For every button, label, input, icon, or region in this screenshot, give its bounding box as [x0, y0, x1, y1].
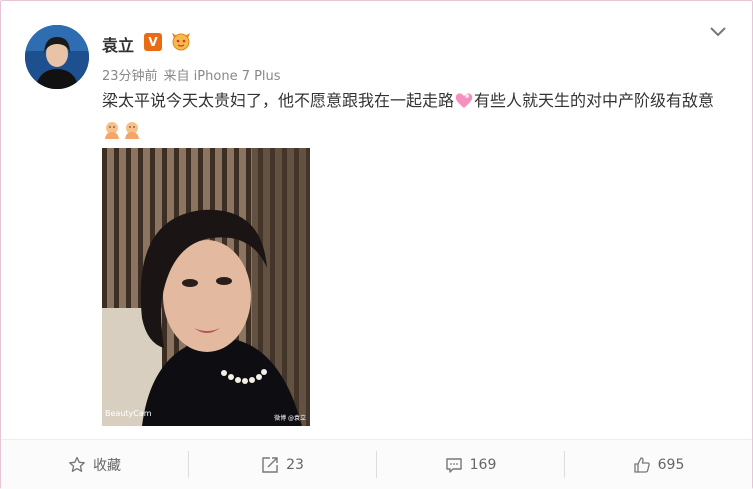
post-text-part2: 有些人就天生的对中产阶级有敌意: [474, 91, 715, 110]
post-text-part1: 梁太平说今天太贵妇了，他不愿意跟我在一起走路: [102, 91, 455, 110]
post-time[interactable]: 23分钟前: [102, 69, 158, 84]
repost-count: 23: [286, 456, 304, 473]
action-bar: 收藏 23 169 695: [1, 439, 752, 489]
repost-button[interactable]: 23: [189, 440, 376, 489]
post-text: 梁太平说今天太贵妇了，他不愿意跟我在一起走路 有些人就天生的对中产阶级有敌意: [102, 87, 732, 149]
repost-icon: [262, 456, 278, 473]
comment-count: 169: [469, 456, 497, 473]
favorite-label: 收藏: [93, 457, 121, 474]
like-count: 695: [657, 456, 685, 473]
gold-level-icon: [170, 31, 192, 51]
chevron-down-icon[interactable]: [708, 24, 728, 38]
pink-heart-emoji-icon: [454, 90, 474, 118]
favorite-button[interactable]: 收藏: [1, 440, 188, 489]
weibo-post-card: 袁立 V 23分钟前 来自 iPhone 7 Plus 梁太平说今天太贵妇了，他不…: [0, 0, 753, 489]
pray-emoji-icon: [122, 120, 142, 149]
post-meta: 23分钟前 来自 iPhone 7 Plus: [102, 65, 287, 84]
comment-button[interactable]: 169: [377, 440, 564, 489]
verified-badge-icon: V: [144, 33, 162, 51]
thumbs-up-icon: [633, 456, 650, 473]
like-button[interactable]: 695: [565, 440, 752, 489]
username[interactable]: 袁立: [102, 32, 134, 56]
pray-emoji-icon: [102, 120, 122, 149]
photo-caption: BeautyCam: [105, 409, 152, 418]
post-photo[interactable]: BeautyCam 微博 @袁立: [102, 148, 310, 426]
photo-watermark: 微博 @袁立: [274, 415, 306, 422]
avatar[interactable]: [25, 25, 89, 89]
star-icon: [69, 456, 85, 472]
post-source[interactable]: 来自 iPhone 7 Plus: [164, 69, 281, 84]
comment-icon: [445, 457, 462, 473]
